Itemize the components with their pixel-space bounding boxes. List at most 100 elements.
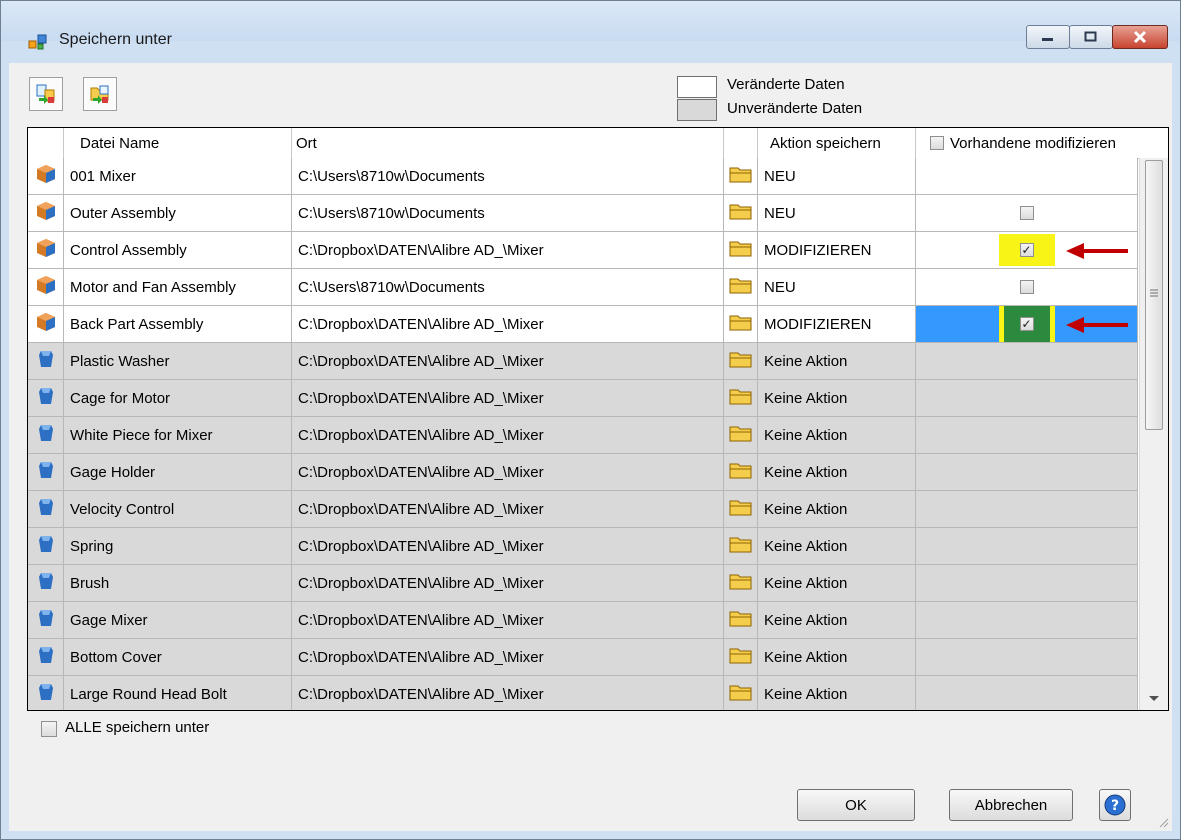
save-action-cell[interactable]: Keine Aktion — [758, 417, 916, 454]
modify-existing-checkbox[interactable] — [1019, 280, 1034, 294]
table-row[interactable]: Gage Holder C:\Dropbox\DATEN\Alibre AD_\M… — [28, 454, 1138, 491]
folder-icon — [729, 534, 753, 558]
browse-folder-cell[interactable] — [724, 602, 758, 639]
location-cell[interactable]: C:\Dropbox\DATEN\Alibre AD_\Mixer — [292, 417, 724, 454]
maximize-button[interactable] — [1069, 25, 1113, 49]
table-row[interactable]: Outer Assembly C:\Users\8710w\Documents NE… — [28, 195, 1138, 232]
header-modify-existing[interactable]: Vorhandene modifizieren — [916, 128, 1168, 158]
location-cell[interactable]: C:\Dropbox\DATEN\Alibre AD_\Mixer — [292, 639, 724, 676]
save-selected-tool-button[interactable] — [29, 77, 63, 111]
location-cell[interactable]: C:\Users\8710w\Documents — [292, 269, 724, 306]
files-grid[interactable]: Datei Name Ort Aktion speichern Vorhande… — [27, 127, 1169, 711]
browse-folder-cell[interactable] — [724, 195, 758, 232]
row-type-icon-cell — [28, 454, 64, 491]
location-cell[interactable]: C:\Dropbox\DATEN\Alibre AD_\Mixer — [292, 565, 724, 602]
file-name-cell: Control Assembly — [64, 232, 292, 269]
location-cell[interactable]: C:\Dropbox\DATEN\Alibre AD_\Mixer — [292, 528, 724, 565]
location-cell[interactable]: C:\Dropbox\DATEN\Alibre AD_\Mixer — [292, 676, 724, 710]
assembly-icon — [35, 200, 57, 226]
table-row[interactable]: Velocity Control C:\Dropbox\DATEN\Alibre … — [28, 491, 1138, 528]
save-action-cell[interactable]: NEU — [758, 195, 916, 232]
ok-button[interactable]: OK — [797, 789, 915, 821]
grip-icon — [1150, 289, 1158, 297]
browse-folder-cell[interactable] — [724, 565, 758, 602]
modify-existing-cell — [916, 565, 1138, 602]
save-action-cell[interactable]: Keine Aktion — [758, 602, 916, 639]
save-action-cell[interactable]: Keine Aktion — [758, 565, 916, 602]
browse-folder-cell[interactable] — [724, 158, 758, 195]
browse-folder-cell[interactable] — [724, 454, 758, 491]
modify-existing-checkbox[interactable]: ✓ — [1019, 243, 1034, 257]
scrollbar-thumb[interactable] — [1145, 160, 1163, 430]
location-cell[interactable]: C:\Dropbox\DATEN\Alibre AD_\Mixer — [292, 306, 724, 343]
changed-data-label: Veränderte Daten — [727, 76, 845, 93]
browse-folder-cell[interactable] — [724, 528, 758, 565]
browse-folder-cell[interactable] — [724, 306, 758, 343]
file-name-cell: Back Part Assembly — [64, 306, 292, 343]
browse-folder-cell[interactable] — [724, 343, 758, 380]
location-cell[interactable]: C:\Dropbox\DATEN\Alibre AD_\Mixer — [292, 491, 724, 528]
row-type-icon-cell — [28, 417, 64, 454]
assembly-icon — [35, 163, 57, 189]
file-name-cell: Motor and Fan Assembly — [64, 269, 292, 306]
header-file-name[interactable]: Datei Name — [64, 128, 292, 158]
table-row[interactable]: Bottom Cover C:\Dropbox\DATEN\Alibre AD_\… — [28, 639, 1138, 676]
location-cell[interactable]: C:\Dropbox\DATEN\Alibre AD_\Mixer — [292, 343, 724, 380]
table-row[interactable]: Large Round Head Bolt C:\Dropbox\DATEN\Al… — [28, 676, 1138, 710]
resize-grip-icon[interactable] — [1158, 817, 1170, 829]
browse-folder-cell[interactable] — [724, 639, 758, 676]
modify-existing-checkbox[interactable]: ✓ — [1019, 317, 1034, 331]
minimize-button[interactable] — [1026, 25, 1070, 49]
table-row[interactable]: Cage for Motor C:\Dropbox\DATEN\Alibre AD… — [28, 380, 1138, 417]
browse-folder-cell[interactable] — [724, 269, 758, 306]
table-row[interactable]: Spring C:\Dropbox\DATEN\Alibre AD_\Mixer K… — [28, 528, 1138, 565]
close-button[interactable] — [1112, 25, 1168, 49]
table-row[interactable]: Back Part Assembly C:\Dropbox\DATEN\Alibr… — [28, 306, 1138, 343]
location-cell[interactable]: C:\Users\8710w\Documents — [292, 158, 724, 195]
title-bar[interactable]: Speichern unter — [1, 1, 1180, 50]
cancel-button[interactable]: Abbrechen — [949, 789, 1073, 821]
save-action-cell[interactable]: Keine Aktion — [758, 454, 916, 491]
browse-folder-cell[interactable] — [724, 380, 758, 417]
header-save-action[interactable]: Aktion speichern — [758, 128, 916, 158]
location-cell[interactable]: C:\Dropbox\DATEN\Alibre AD_\Mixer — [292, 454, 724, 491]
browse-folder-cell[interactable] — [724, 491, 758, 528]
save-action-cell[interactable]: MODIFIZIEREN — [758, 232, 916, 269]
save-action-cell[interactable]: NEU — [758, 269, 916, 306]
modify-existing-all-checkbox[interactable] — [930, 136, 944, 150]
header-location[interactable]: Ort — [292, 128, 724, 158]
table-row[interactable]: Brush C:\Dropbox\DATEN\Alibre AD_\Mixer Ke… — [28, 565, 1138, 602]
browse-folder-cell[interactable] — [724, 676, 758, 710]
part-icon — [35, 385, 57, 411]
modify-existing-checkbox[interactable] — [1019, 206, 1034, 220]
table-row[interactable]: Gage Mixer C:\Dropbox\DATEN\Alibre AD_\Mi… — [28, 602, 1138, 639]
save-action-cell[interactable]: Keine Aktion — [758, 528, 916, 565]
location-cell[interactable]: C:\Dropbox\DATEN\Alibre AD_\Mixer — [292, 380, 724, 417]
save-as-dialog: Speichern unter Veränderte Daten Unverän… — [0, 0, 1181, 840]
vertical-scrollbar[interactable] — [1139, 158, 1168, 710]
location-cell[interactable]: C:\Users\8710w\Documents — [292, 195, 724, 232]
save-action-cell[interactable]: NEU — [758, 158, 916, 195]
table-row[interactable]: Motor and Fan Assembly C:\Users\8710w\Doc… — [28, 269, 1138, 306]
save-action-cell[interactable]: Keine Aktion — [758, 380, 916, 417]
table-row[interactable]: Control Assembly C:\Dropbox\DATEN\Alibre … — [28, 232, 1138, 269]
browse-folder-cell[interactable] — [724, 232, 758, 269]
browse-folder-cell[interactable] — [724, 417, 758, 454]
save-all-checkbox[interactable] — [41, 721, 57, 737]
save-action-cell[interactable]: Keine Aktion — [758, 491, 916, 528]
save-action-cell[interactable]: MODIFIZIEREN — [758, 306, 916, 343]
save-folder-tool-button[interactable] — [83, 77, 117, 111]
table-row[interactable]: White Piece for Mixer C:\Dropbox\DATEN\Al… — [28, 417, 1138, 454]
file-name-cell: Bottom Cover — [64, 639, 292, 676]
table-row[interactable]: 001 Mixer C:\Users\8710w\Documents NEU — [28, 158, 1138, 195]
save-action-cell[interactable]: Keine Aktion — [758, 676, 916, 710]
scroll-down-arrow-icon[interactable] — [1140, 692, 1168, 706]
table-row[interactable]: Plastic Washer C:\Dropbox\DATEN\Alibre AD… — [28, 343, 1138, 380]
save-action-cell[interactable]: Keine Aktion — [758, 343, 916, 380]
location-cell[interactable]: C:\Dropbox\DATEN\Alibre AD_\Mixer — [292, 232, 724, 269]
modify-existing-cell — [916, 676, 1138, 710]
folder-icon — [729, 275, 753, 299]
location-cell[interactable]: C:\Dropbox\DATEN\Alibre AD_\Mixer — [292, 602, 724, 639]
help-button[interactable]: ? — [1099, 789, 1131, 821]
save-action-cell[interactable]: Keine Aktion — [758, 639, 916, 676]
